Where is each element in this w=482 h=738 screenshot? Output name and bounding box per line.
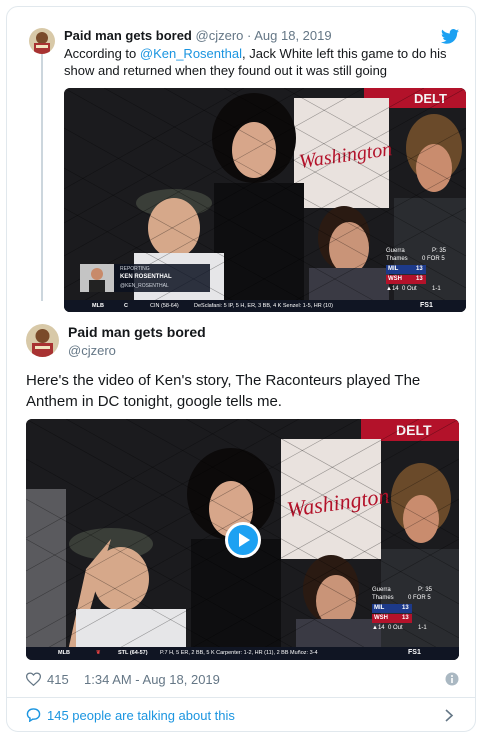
team-logo-icon: C <box>124 303 128 309</box>
parent-date[interactable]: Aug 18, 2019 <box>254 28 331 43</box>
score1-main: 13 <box>402 605 409 611</box>
team2: WSH <box>388 276 402 282</box>
tweet-timestamp[interactable]: 1:34 AM - Aug 18, 2019 <box>84 672 220 687</box>
svg-text:DELT: DELT <box>414 91 447 106</box>
parent-tweet-text: According to @Ken_Rosenthal, Jack White … <box>64 45 464 79</box>
team-logo-icon-main: ❦ <box>96 650 101 656</box>
reporter-name: KEN ROSENTHAL <box>120 274 172 280</box>
pitch-count: P: 35 <box>432 248 447 254</box>
team2-main: WSH <box>374 615 388 621</box>
play-icon <box>239 533 250 547</box>
parent-author-handle[interactable]: @cjzero <box>196 28 244 43</box>
heart-icon[interactable] <box>26 672 41 686</box>
parent-separator: · <box>247 28 252 43</box>
team1-main: MIL <box>374 605 385 611</box>
inning: ▲14 <box>386 286 399 292</box>
like-count[interactable]: 415 <box>47 672 69 687</box>
mention-link[interactable]: @Ken_Rosenthal <box>140 46 242 61</box>
reporter-handle: @KEN_ROSENTHAL <box>120 283 169 289</box>
parent-text-pre: According to <box>64 46 140 61</box>
score2-main: 13 <box>402 615 409 621</box>
score-ticker: MLB C CIN (58-64) DeSclafani: 5 IP, 5 H,… <box>64 300 466 312</box>
parent-author-name[interactable]: Paid man gets bored <box>64 28 192 43</box>
ticker-stats: DeSclafani: 5 IP, 5 H, ER, 3 BB, 4 K Sen… <box>194 303 333 309</box>
speech-bubble-icon <box>26 708 41 722</box>
ticker-team: CIN (58-64) <box>150 303 179 309</box>
score-ticker-main: MLB ❦ STL (64-57) P.7 H, 5 ER, 2 BB, 5 K… <box>26 647 459 660</box>
play-button[interactable] <box>225 522 261 558</box>
talking-count-text[interactable]: 145 people are talking about this <box>47 708 235 723</box>
inning-main: ▲14 <box>372 625 385 631</box>
network-logo-main: FS1 <box>408 649 421 656</box>
ball-count-main: 1-1 <box>418 625 427 631</box>
thread-connector-line <box>41 51 43 301</box>
reporter-label: REPORTING <box>120 266 150 272</box>
main-author-handle[interactable]: @cjzero <box>68 343 116 358</box>
outs-main: 0 Out <box>388 625 403 631</box>
score2: 13 <box>416 276 423 282</box>
info-icon[interactable] <box>445 672 459 686</box>
batter-name: Thames <box>386 256 408 262</box>
parent-header: Paid man gets bored @cjzero · Aug 18, 20… <box>64 28 332 43</box>
tweet-embed-card: Paid man gets bored @cjzero · Aug 18, 20… <box>6 6 476 732</box>
conversation-link[interactable]: 145 people are talking about this <box>7 698 475 731</box>
parent-avatar[interactable] <box>29 28 55 54</box>
network-logo: FS1 <box>420 302 433 309</box>
parent-tweet[interactable]: Paid man gets bored @cjzero · Aug 18, 20… <box>7 7 475 312</box>
ticker-league-main: MLB <box>58 650 70 656</box>
pitcher-name-main: Guerra <box>372 587 391 593</box>
chevron-right-icon[interactable] <box>444 709 454 722</box>
parent-video-still[interactable]: DELT Washington <box>64 88 466 312</box>
ticker-league: MLB <box>92 303 104 309</box>
main-avatar[interactable] <box>26 324 59 357</box>
ticker-stats-main: P.7 H, 5 ER, 2 BB, 5 K Carpenter: 1-2, H… <box>160 650 318 656</box>
batter-line-main: 0 FOR 5 <box>408 595 431 601</box>
main-video[interactable]: DELT Washington Guerra P: 35 Thames 0 FO… <box>26 419 459 660</box>
pitch-count-main: P: 35 <box>418 587 433 593</box>
batter-name-main: Thames <box>372 595 394 601</box>
main-author-name[interactable]: Paid man gets bored <box>68 324 206 340</box>
pitcher-name: Guerra <box>386 248 405 254</box>
main-tweet-text: Here's the video of Ken's story, The Rac… <box>26 372 421 410</box>
twitter-bird-icon[interactable] <box>441 29 459 44</box>
team1: MIL <box>388 266 399 272</box>
ball-count: 1-1 <box>432 286 441 292</box>
ticker-team-main: STL (64-57) <box>118 650 148 656</box>
svg-text:DELT: DELT <box>396 422 432 438</box>
score1: 13 <box>416 266 423 272</box>
batter-line: 0 FOR 5 <box>422 256 445 262</box>
tweet-footer: 415 1:34 AM - Aug 18, 2019 <box>26 670 466 690</box>
outs: 0 Out <box>402 286 417 292</box>
